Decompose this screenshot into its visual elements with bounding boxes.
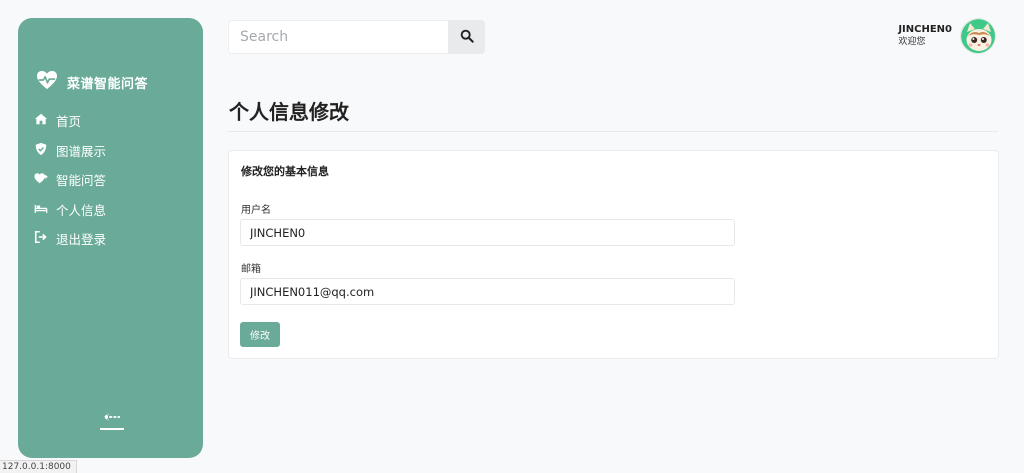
sidebar-item-qa[interactable]: 智能问答 bbox=[34, 165, 194, 195]
brand-name: 菜谱智能问答 bbox=[67, 76, 149, 92]
user-name: JINCHEN0 bbox=[898, 24, 952, 35]
sidebar-item-label: 图谱展示 bbox=[56, 143, 107, 159]
title-divider bbox=[228, 131, 998, 132]
username-field[interactable] bbox=[240, 219, 735, 246]
shield-icon bbox=[34, 141, 48, 160]
status-bar-url: 127.0.0.1:8000 bbox=[0, 460, 77, 473]
home-icon bbox=[34, 111, 48, 130]
sidebar-item-profile[interactable]: 个人信息 bbox=[34, 195, 194, 225]
avatar[interactable] bbox=[960, 18, 996, 54]
search-button[interactable] bbox=[448, 20, 485, 54]
sidebar: 菜谱智能问答 首页 图谱展示 智能问答 个人信息 退出登录 bbox=[18, 18, 203, 458]
user-menu[interactable]: JINCHEN0 欢迎您 bbox=[898, 18, 996, 54]
arrow-left-collapse-icon bbox=[99, 413, 125, 436]
sidebar-item-label: 首页 bbox=[56, 114, 82, 130]
bed-icon bbox=[34, 200, 48, 219]
sidebar-item-label: 智能问答 bbox=[56, 173, 107, 189]
email-label: 邮箱 bbox=[241, 264, 261, 275]
brand[interactable]: 菜谱智能问答 bbox=[36, 70, 148, 94]
sidebar-item-home[interactable]: 首页 bbox=[34, 106, 194, 136]
submit-button[interactable]: 修改 bbox=[240, 322, 280, 347]
search-icon bbox=[460, 29, 474, 46]
profile-form-card: 修改您的基本信息 用户名 邮箱 修改 bbox=[228, 150, 999, 359]
sign-out-icon bbox=[34, 229, 48, 248]
sidebar-item-label: 退出登录 bbox=[56, 232, 107, 248]
sidebar-item-logout[interactable]: 退出登录 bbox=[34, 224, 194, 254]
email-field[interactable] bbox=[240, 278, 735, 305]
sidebar-nav: 首页 图谱展示 智能问答 个人信息 退出登录 bbox=[34, 106, 194, 254]
card-title: 修改您的基本信息 bbox=[241, 165, 329, 178]
heart-plus-icon bbox=[34, 170, 48, 189]
search-bar bbox=[228, 20, 485, 54]
search-input[interactable] bbox=[228, 20, 448, 54]
page-title: 个人信息修改 bbox=[229, 100, 349, 124]
username-label: 用户名 bbox=[241, 205, 271, 216]
sidebar-item-graph[interactable]: 图谱展示 bbox=[34, 136, 194, 166]
sidebar-collapse-button[interactable] bbox=[99, 410, 125, 432]
user-welcome: 欢迎您 bbox=[898, 37, 926, 47]
sidebar-item-label: 个人信息 bbox=[56, 202, 107, 218]
user-info: JINCHEN0 欢迎您 bbox=[898, 23, 952, 49]
heartbeat-icon bbox=[36, 70, 58, 94]
